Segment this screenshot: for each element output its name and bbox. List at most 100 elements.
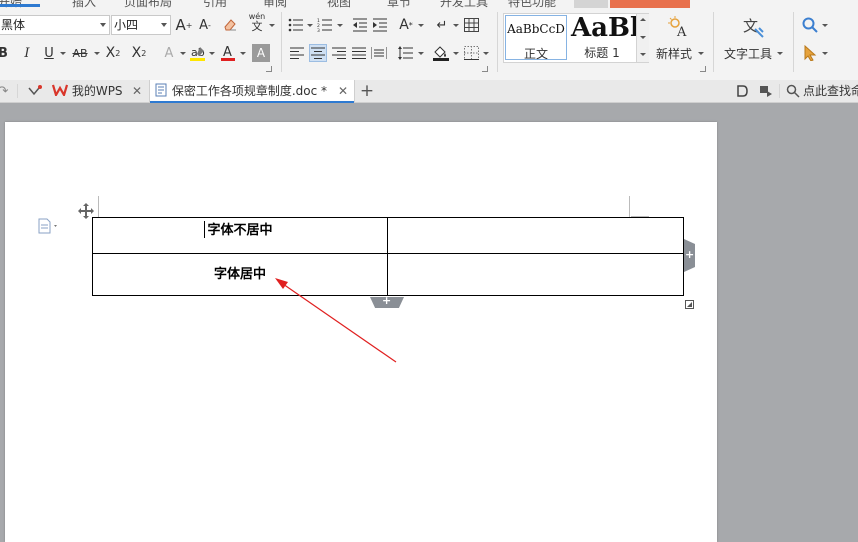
find-icon[interactable]	[801, 16, 819, 34]
line-spacing-icon[interactable]	[397, 44, 415, 62]
crop-mark	[98, 196, 99, 218]
menu-page-layout[interactable]: 页面布局	[124, 0, 172, 8]
tab-my-wps[interactable]: 我的WPS ✕	[48, 80, 152, 102]
style-dialog-launcher-icon[interactable]	[700, 66, 706, 72]
chevron-down-icon[interactable]	[180, 52, 186, 55]
subscript-icon[interactable]: X2	[130, 44, 148, 62]
paragraph-mark-icon[interactable]: ↵	[433, 16, 451, 34]
increase-indent-icon[interactable]	[371, 16, 389, 34]
add-row-button[interactable]: +	[370, 297, 404, 308]
style-heading1[interactable]: AaBl 标题 1	[568, 15, 636, 60]
bullets-icon[interactable]	[287, 16, 305, 34]
decrease-indent-icon[interactable]	[351, 16, 369, 34]
chevron-down-icon[interactable]	[269, 24, 275, 27]
chevron-down-icon[interactable]	[640, 36, 646, 39]
font-size-combo[interactable]: 小四	[111, 15, 171, 35]
style-normal-name: 正文	[523, 47, 548, 61]
chevron-down-icon[interactable]	[453, 24, 459, 27]
menu-table-tab[interactable]	[574, 0, 608, 8]
review-flag-icon[interactable]	[757, 82, 775, 100]
table-cell[interactable]	[387, 253, 684, 296]
strikethrough-icon[interactable]: AB	[71, 44, 89, 62]
text-tools-icon[interactable]: 文	[741, 14, 765, 40]
chevron-down-icon[interactable]	[483, 52, 489, 55]
menu-review[interactable]: 审阅	[263, 0, 287, 8]
table-cell-centered[interactable]: 字体居中	[92, 253, 388, 296]
menu-references[interactable]: 引用	[203, 0, 227, 8]
char-shading-icon[interactable]: A	[252, 44, 270, 62]
chevron-down-icon[interactable]	[161, 23, 167, 27]
new-style-icon[interactable]: A	[668, 15, 690, 39]
align-right-icon[interactable]	[330, 44, 348, 62]
underline-icon[interactable]: U	[40, 44, 58, 62]
borders-icon[interactable]	[462, 44, 480, 62]
chevron-down-icon[interactable]	[698, 52, 704, 55]
chevron-down-icon[interactable]	[94, 52, 100, 55]
menu-developer[interactable]: 开发工具	[440, 0, 488, 8]
paragraph-layout-icon[interactable]	[38, 218, 60, 234]
distribute-icon[interactable]	[370, 44, 388, 62]
gallery-expand-icon[interactable]	[640, 53, 646, 56]
add-column-button[interactable]: +	[684, 239, 695, 272]
chevron-down-icon[interactable]	[240, 52, 246, 55]
tab-current-document[interactable]: 保密工作各项规章制度.doc * ✕	[149, 80, 355, 103]
change-case-icon[interactable]: A *	[397, 16, 415, 34]
numbering-icon[interactable]: 123	[316, 16, 334, 34]
chevron-down-icon[interactable]	[822, 24, 828, 27]
tab-list-icon[interactable]	[26, 82, 44, 100]
close-icon[interactable]: ✕	[338, 80, 348, 102]
grow-font-icon[interactable]: A +	[175, 16, 193, 34]
style-normal[interactable]: AaBbCcD 正文	[505, 15, 567, 61]
login-button[interactable]	[610, 0, 690, 8]
table-cell[interactable]	[387, 217, 684, 254]
chevron-down-icon[interactable]	[209, 52, 215, 55]
clear-format-icon[interactable]	[221, 16, 239, 34]
chevron-down-icon[interactable]	[60, 52, 66, 55]
chevron-down-icon[interactable]	[822, 52, 828, 55]
menu-section[interactable]: 章节	[387, 0, 411, 8]
superscript-icon[interactable]: X2	[104, 44, 122, 62]
chevron-up-icon[interactable]	[640, 18, 646, 21]
svg-text:文: 文	[743, 17, 758, 35]
redo-icon[interactable]: ↷	[0, 82, 12, 100]
chevron-down-icon[interactable]	[777, 52, 783, 55]
highlight-icon[interactable]: ab	[189, 44, 207, 62]
text-tools-label[interactable]: 文字工具	[724, 45, 772, 62]
new-style-label[interactable]: 新样式	[656, 45, 692, 62]
paragraph-dialog-launcher-icon[interactable]	[482, 66, 488, 72]
chevron-down-icon[interactable]	[453, 52, 459, 55]
table-grid-icon[interactable]	[462, 16, 480, 34]
search-command-input[interactable]: 点此查找命	[803, 80, 858, 102]
table-resize-handle-icon[interactable]	[685, 298, 694, 309]
font-dialog-launcher-icon[interactable]	[266, 66, 272, 72]
chevron-down-icon[interactable]	[418, 24, 424, 27]
chevron-down-icon[interactable]	[418, 52, 424, 55]
chevron-down-icon[interactable]	[100, 23, 106, 27]
document-page[interactable]	[5, 122, 717, 542]
font-name-value: 黑体	[1, 18, 26, 32]
italic-icon[interactable]: I	[18, 44, 36, 62]
reading-mode-icon[interactable]	[733, 82, 751, 100]
menu-view[interactable]: 视图	[327, 0, 351, 8]
shading-fill-icon[interactable]	[432, 44, 450, 62]
align-left-icon[interactable]	[288, 44, 306, 62]
phonetic-guide-icon[interactable]: wén 文	[246, 13, 268, 33]
select-pointer-icon[interactable]	[801, 44, 819, 62]
font-color-icon[interactable]: A	[219, 44, 237, 62]
gallery-scrollbar[interactable]	[636, 14, 649, 62]
close-icon[interactable]: ✕	[132, 80, 142, 102]
chevron-down-icon[interactable]	[307, 24, 313, 27]
text-effect-icon[interactable]: A	[160, 44, 178, 62]
search-icon[interactable]	[784, 82, 802, 100]
bold-icon[interactable]: B	[0, 44, 12, 62]
chevron-down-icon[interactable]	[337, 24, 343, 27]
justify-icon[interactable]	[350, 44, 368, 62]
shrink-font-icon[interactable]: A-	[196, 16, 214, 34]
menu-special[interactable]: 特色功能	[508, 0, 556, 8]
menu-insert[interactable]: 插入	[72, 0, 96, 8]
table-cell-not-centered[interactable]: 字体不居中	[92, 217, 388, 254]
font-name-combo[interactable]: 黑体	[0, 15, 110, 35]
new-tab-plus-icon[interactable]: +	[358, 81, 376, 101]
align-center-icon[interactable]	[309, 44, 327, 62]
document-table[interactable]: 字体不居中 字体居中	[92, 217, 684, 296]
